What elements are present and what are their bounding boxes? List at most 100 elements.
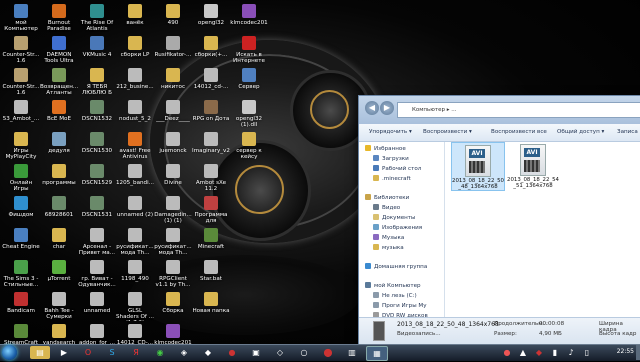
details-size-label: Размер: (494, 331, 517, 337)
shortcut-icon (204, 100, 218, 114)
desktop-icon-label: 1198_490 (121, 276, 149, 282)
shortcut-icon (242, 36, 256, 50)
shortcut-icon (242, 68, 256, 82)
desktop-icon-label: Арсенал - Привет ма... (78, 244, 116, 256)
desktop-icon-label: сервер к кейсу (236, 148, 262, 160)
folder-icon (373, 244, 379, 250)
explorer-window[interactable]: ◀ ▶ Компьютер ▸ ... Упорядочить ▾ Воспро… (358, 95, 640, 346)
start-button[interactable] (2, 345, 17, 360)
app-taskbar-icon[interactable]: ◈ (174, 346, 194, 359)
explorer-taskbar-icon[interactable]: ▤ (30, 346, 50, 359)
desktop-icon-label: VKMusic 4 (82, 52, 112, 58)
desktop-icon-label: DSCN1529 (81, 180, 113, 186)
shortcut-icon (52, 132, 66, 146)
nav-favorites[interactable]: Избранное (365, 145, 406, 154)
desktop-icon-label: unnamed (83, 308, 111, 314)
share-button[interactable]: Общий доступ ▾ (557, 124, 604, 141)
shortcut-icon (166, 196, 180, 210)
app-taskbar-icon[interactable]: ⬤ (318, 346, 338, 359)
app-taskbar-icon[interactable]: ● (222, 346, 242, 359)
app-taskbar-icon[interactable]: ▣ (246, 346, 266, 359)
skype-taskbar-icon[interactable]: S (102, 346, 122, 359)
app-taskbar-icon[interactable]: ○ (294, 346, 314, 359)
desktop-icon[interactable]: сервер к кейсу (230, 130, 268, 170)
nav-drive-games[interactable]: Проги Игры My (373, 302, 427, 311)
desktop-icon-label: программы (42, 180, 76, 186)
nav-drive-c[interactable]: Не лезь (C:) (373, 292, 417, 301)
desktop-icon-label: сборки(+... (194, 52, 228, 58)
explorer-titlebar[interactable]: ◀ ▶ Компьютер ▸ ... (359, 96, 640, 124)
desktop-icon-label: Imaginary_v2 (192, 148, 230, 154)
shortcut-icon (204, 4, 218, 18)
shortcut-icon (90, 4, 104, 18)
drive-icon (373, 302, 379, 308)
show-desktop-button[interactable] (636, 345, 640, 360)
yandex-taskbar-icon[interactable]: Я (126, 346, 146, 359)
shortcut-icon (166, 4, 180, 18)
library-icon (365, 194, 371, 200)
nav-libraries[interactable]: Библиотеки (365, 194, 409, 203)
explorer-toolbar: Упорядочить ▾ Воспроизвести ▾ Воспроизве… (359, 124, 640, 142)
desktop-icon-label: Программа для записи... (194, 212, 228, 225)
shortcut-icon (14, 292, 28, 306)
nav-minecraft[interactable]: .minecraft (373, 175, 411, 184)
app-taskbar-icon[interactable]: ▥ (342, 346, 362, 359)
shortcut-icon (90, 228, 104, 242)
shortcut-icon (204, 228, 218, 242)
organize-button[interactable]: Упорядочить ▾ (369, 124, 412, 141)
tray-icon[interactable]: ♪ (564, 346, 578, 359)
shortcut-icon (204, 164, 218, 178)
shortcut-icon (204, 260, 218, 274)
tray-icon[interactable]: ◆ (532, 346, 546, 359)
shortcut-icon (14, 228, 28, 242)
nav-music-folder[interactable]: музыка (373, 244, 404, 253)
nav-video[interactable]: Видео (373, 204, 400, 213)
back-arrow-icon[interactable]: ◀ (365, 101, 379, 115)
tray-icon[interactable]: ▮ (548, 346, 562, 359)
app-taskbar-icon[interactable]: ◇ (270, 346, 290, 359)
desktop-icon-label: ___Deez____ (156, 116, 190, 122)
nav-downloads[interactable]: Загрузки (373, 155, 409, 164)
desktop-icon-label: RPGClient v1.1 by Th... (155, 276, 191, 288)
nav-desktop[interactable]: Рабочий стол (373, 165, 421, 174)
downloads-folder-icon (373, 155, 379, 161)
tray-icon[interactable]: ● (500, 346, 514, 359)
desktop-icon-label: Cheat Engine (2, 244, 40, 250)
explorer-active-taskbar-icon[interactable]: ▦ (366, 346, 388, 361)
chrome-taskbar-icon[interactable]: ◉ (150, 346, 170, 359)
play-all-button[interactable]: Воспроизвести все (491, 124, 547, 141)
opera-taskbar-icon[interactable]: O (78, 346, 98, 359)
desktop-icon-label: Я ТЕБЯ ЛЮБЛЮ Б (82, 84, 112, 96)
file-item[interactable]: AVI 2013_08_18_22_50_48_1364x768 (451, 142, 505, 191)
video-library-icon (373, 204, 379, 210)
nav-documents[interactable]: Документы (373, 214, 415, 223)
forward-arrow-icon[interactable]: ▶ (380, 101, 394, 115)
file-item[interactable]: AVI 2013_08_18_22_54_51_1364x768 (507, 142, 559, 189)
nav-images[interactable]: Изображения (373, 224, 422, 233)
nav-computer[interactable]: мой Компьютер (365, 282, 421, 291)
nav-homegroup[interactable]: Домашняя группа (365, 263, 427, 272)
desktop-icon[interactable]: Новая папка (192, 290, 230, 330)
taskbar-clock[interactable]: 22:55 (617, 348, 634, 355)
desktop-icon-label: ВсЕ МоЕ (46, 116, 71, 122)
folder-icon (373, 175, 379, 181)
homegroup-icon (365, 263, 371, 269)
details-pane: 2013_08_18_22_50_48_1364x768 Видеозапись… (359, 317, 640, 345)
desktop-icon-label: DAEMON Tools Ultra (44, 52, 74, 64)
address-bar[interactable]: Компьютер ▸ ... (397, 102, 640, 118)
shortcut-icon (128, 164, 142, 178)
desktop-icon-label: никитос (160, 84, 186, 90)
shortcut-icon (128, 132, 142, 146)
details-duration-value: 00:00:08 (539, 321, 565, 327)
app-taskbar-icon[interactable]: ◆ (198, 346, 218, 359)
burn-button[interactable]: Записа (617, 124, 638, 141)
play-button[interactable]: Воспроизвести ▾ (423, 124, 472, 141)
tray-icon[interactable]: ▲ (516, 346, 530, 359)
desktop-icon-label: Сервер (238, 84, 260, 90)
media-player-taskbar-icon[interactable]: ▶ (54, 346, 74, 359)
shortcut-icon (52, 324, 66, 338)
desktop-icon-label: мой Компьютер (4, 20, 38, 32)
nav-music[interactable]: Музыка (373, 234, 404, 243)
network-icon[interactable]: ▯ (580, 346, 594, 359)
headphones-right-ring-art (310, 90, 349, 129)
